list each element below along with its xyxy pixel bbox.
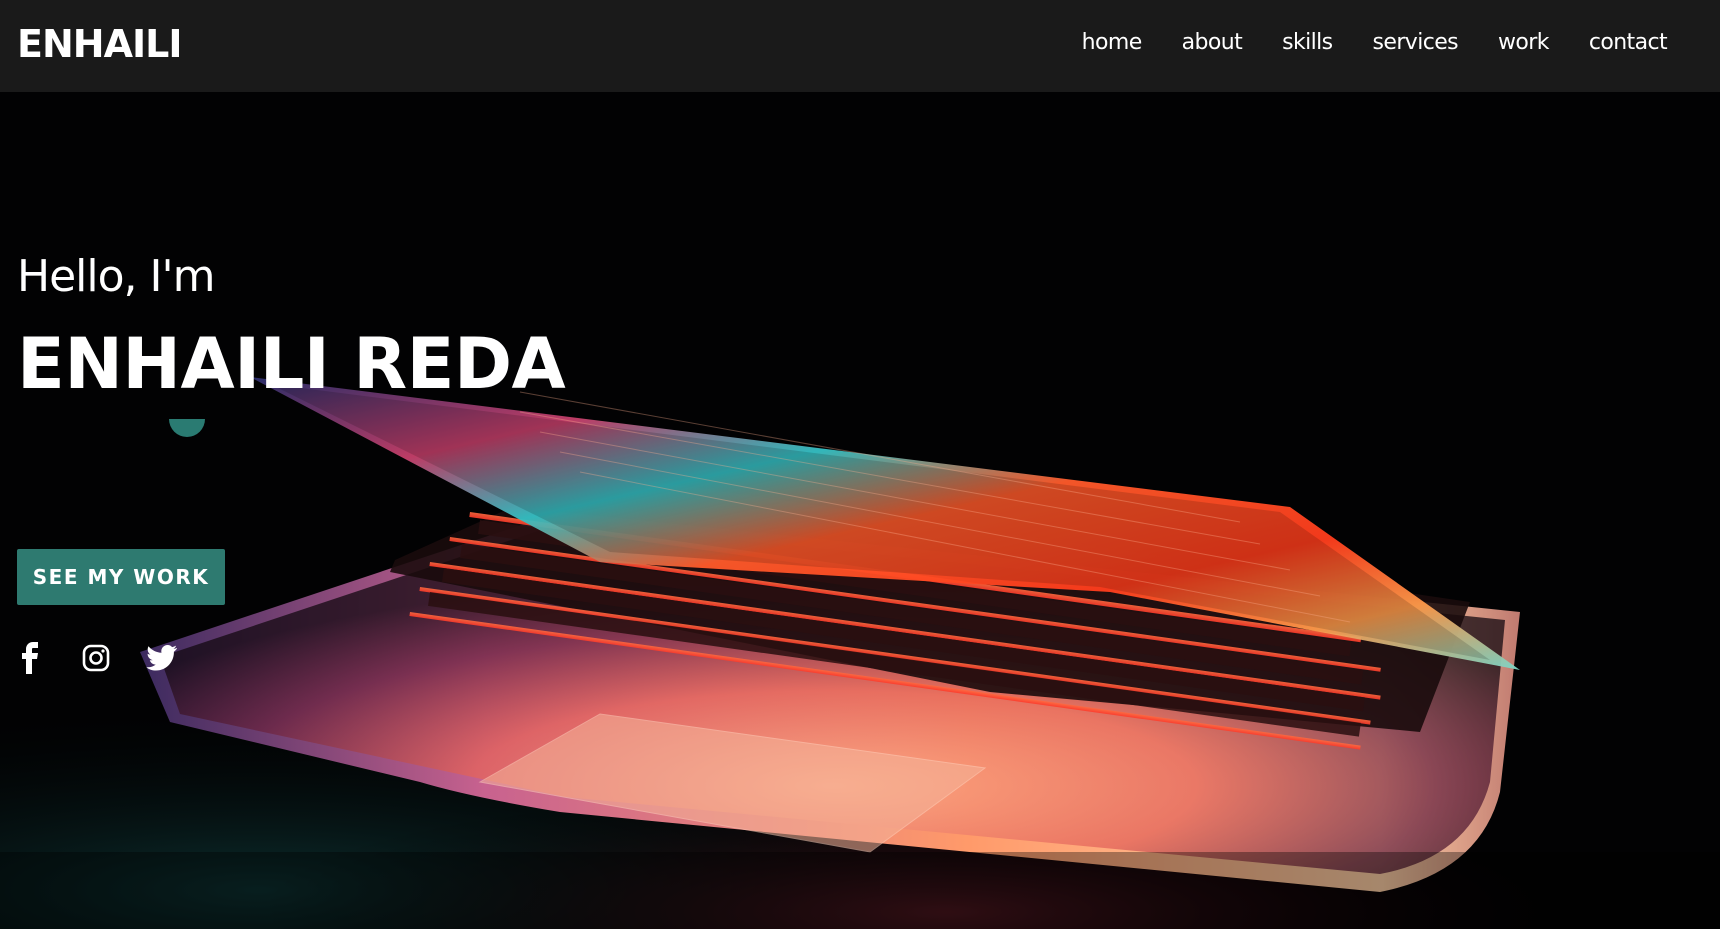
nav-menu: home about skills services work contact [1042, 28, 1668, 58]
nav-link-skills[interactable]: skills [1282, 28, 1333, 58]
facebook-link[interactable] [14, 642, 46, 674]
facebook-icon [20, 642, 40, 674]
hero-greeting: Hello, I'm [17, 251, 215, 302]
nav-link-contact[interactable]: contact [1589, 28, 1668, 58]
hero-section: Hello, I'm ENHAILI REDA SEE MY WORK [0, 92, 1720, 929]
nav-link-home[interactable]: home [1082, 28, 1143, 58]
navbar: ENHAILI home about skills services work … [0, 0, 1720, 92]
nav-link-work[interactable]: work [1498, 28, 1549, 58]
hero-name: ENHAILI REDA [17, 323, 566, 405]
see-my-work-button[interactable]: SEE MY WORK [17, 549, 225, 605]
nav-link-services[interactable]: services [1373, 28, 1459, 58]
twitter-icon [146, 644, 178, 672]
instagram-link[interactable] [80, 642, 112, 674]
site-logo[interactable]: ENHAILI [17, 22, 182, 66]
twitter-link[interactable] [146, 642, 178, 674]
hero-background-image [0, 92, 1720, 929]
social-links [14, 642, 212, 674]
instagram-icon [82, 644, 110, 672]
nav-link-about[interactable]: about [1182, 28, 1243, 58]
